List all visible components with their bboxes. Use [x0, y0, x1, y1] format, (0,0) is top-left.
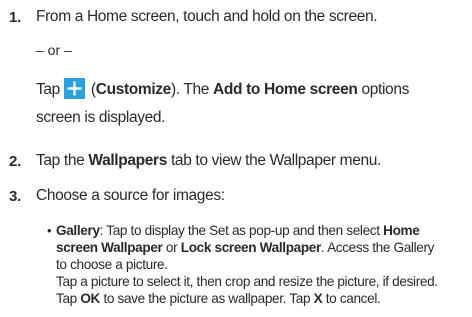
step-number: 2.	[9, 153, 22, 170]
home-screen-wallpaper-label: screen Wallpaper	[56, 240, 163, 255]
home-label: Home	[383, 223, 420, 238]
step-2-text: Tap the Wallpapers tab to view the Wallp…	[36, 152, 381, 170]
customize-label: Customize	[95, 81, 172, 98]
gallery-line-4: Tap a picture to select it, then crop an…	[56, 274, 438, 289]
gallery-line-1-text: : Tap to display the Set as pop-up and t…	[99, 223, 380, 238]
gallery-line-2: screen Wallpaper or Lock screen Wallpape…	[56, 239, 434, 256]
gallery-line-2-text: . Access the Gallery	[320, 240, 435, 255]
gallery-line-5: Tap OK to save the picture as wallpaper.…	[56, 290, 381, 307]
wallpapers-label: Wallpapers	[88, 152, 167, 169]
gallery-line-1: Gallery: Tap to display the Set as pop-u…	[56, 222, 420, 239]
plus-icon	[63, 78, 85, 99]
cancel-text: to cancel.	[325, 291, 381, 306]
add-to-home-label: Add to Home screen	[213, 81, 358, 98]
step-1-line1: From a Home screen, touch and hold on th…	[36, 8, 378, 25]
gallery-line-3: to choose a picture.	[56, 257, 168, 272]
ok-label: OK	[80, 291, 101, 306]
manual-page: 1. From a Home screen, touch and hold on…	[0, 0, 472, 317]
step-3-text: Choose a source for images:	[36, 187, 225, 204]
step-2-suffix: tab to view the Wallpaper menu.	[170, 152, 381, 169]
or-word: or	[165, 240, 178, 255]
step-number: 3.	[9, 188, 22, 205]
options-word: options	[361, 81, 409, 98]
tap-word: Tap	[56, 291, 77, 306]
bullet-mark: •	[47, 223, 52, 238]
tap-word: Tap	[36, 81, 60, 98]
or-separator: – or –	[36, 42, 72, 58]
step-1-line-end: screen is displayed.	[36, 109, 166, 126]
step-1-alt-text: Tap (Customize). The Add to Home screen …	[36, 78, 409, 99]
gallery-label: Gallery	[56, 223, 100, 238]
x-label: X	[313, 291, 323, 306]
step-1-text: From a Home screen, touch and hold on th…	[36, 8, 378, 26]
gallery-line-5-text: to save the picture as wallpaper. Tap	[103, 291, 311, 306]
step-number: 1.	[9, 9, 22, 26]
step-2-prefix: Tap the	[36, 152, 85, 169]
lock-screen-wallpaper-label: Lock screen Wallpaper	[180, 240, 322, 255]
customize-close: ). The	[170, 81, 210, 98]
